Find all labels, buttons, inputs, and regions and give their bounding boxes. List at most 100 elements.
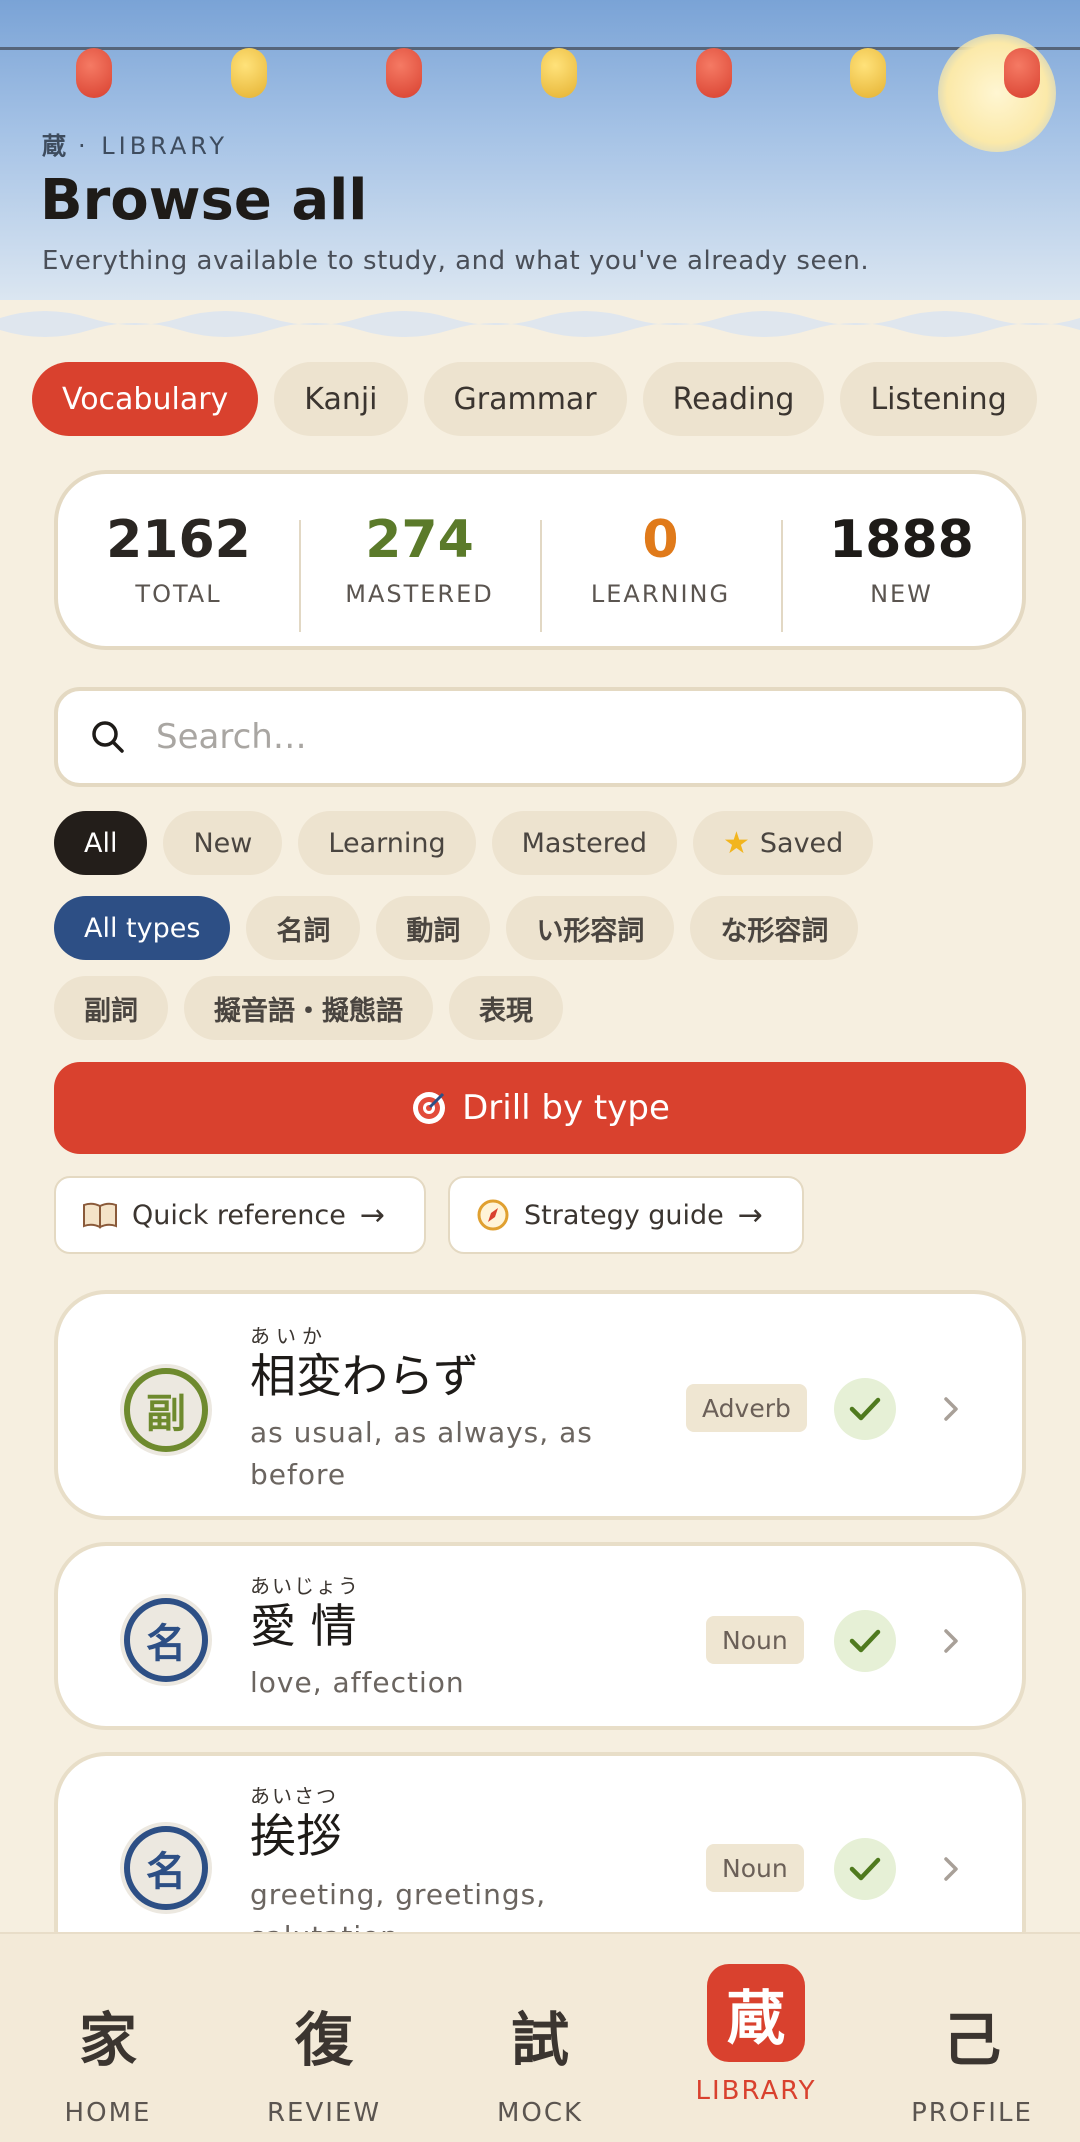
category-tabs: Vocabulary Kanji Grammar Reading Listeni…: [32, 362, 1037, 436]
eyebrow-label: · LIBRARY: [78, 132, 229, 160]
tab-reading[interactable]: Reading: [642, 362, 825, 436]
profile-icon: 己: [942, 2006, 1001, 2074]
filter-mastered[interactable]: Mastered: [491, 811, 677, 875]
page-subtitle: Everything available to study, and what …: [42, 246, 870, 276]
vocab-card[interactable]: 副 あいか 相変わらず as usual, as always, as befo…: [54, 1290, 1026, 1520]
lantern-decoration: [696, 48, 732, 98]
nav-label: MOCK: [496, 2098, 584, 2128]
lantern-string: [0, 47, 1080, 50]
word-meaning: as usual, as always, as before: [250, 1416, 593, 1491]
tab-grammar[interactable]: Grammar: [423, 362, 627, 436]
drill-button-label: Drill by type: [462, 1088, 670, 1128]
filter-all[interactable]: All: [54, 811, 148, 875]
type-filter-expression[interactable]: 表現: [449, 976, 563, 1040]
review-icon: 復: [294, 2006, 353, 2074]
noun-badge-icon: 名: [120, 1594, 212, 1686]
tab-vocabulary[interactable]: Vocabulary: [32, 362, 259, 436]
stat-value: 0: [642, 510, 679, 571]
part-of-speech-tag: Adverb: [686, 1384, 807, 1432]
word-text: 相変わらず: [250, 1349, 480, 1403]
chevron-right-icon: [938, 1396, 964, 1422]
eyebrow-kanji: 蔵: [42, 132, 66, 160]
type-filter-onomatopoeia[interactable]: 擬音語・擬態語: [184, 976, 433, 1040]
strategy-guide-label: Strategy guide: [524, 1199, 724, 1231]
strategy-guide-button[interactable]: Strategy guide →: [448, 1176, 804, 1254]
lantern-decoration: [541, 48, 577, 98]
compass-icon: [477, 1199, 509, 1231]
nav-profile[interactable]: 己 PROFILE: [864, 1934, 1080, 2142]
nav-home[interactable]: 家 HOME: [0, 1934, 216, 2142]
filter-saved[interactable]: ★ Saved: [692, 811, 874, 875]
nav-label: REVIEW: [266, 2098, 382, 2128]
type-filter-verb[interactable]: 動詞: [376, 896, 491, 960]
quick-reference-button[interactable]: Quick reference →: [54, 1176, 426, 1254]
type-filter-all[interactable]: All types: [54, 896, 231, 960]
stat-label: TOTAL: [135, 579, 222, 608]
stat-total: 2162 TOTAL: [58, 510, 299, 608]
header-banner: 蔵 · LIBRARY Browse all Everything availab…: [0, 0, 1080, 300]
lantern-decoration: [386, 48, 422, 98]
type-filter-noun[interactable]: 名詞: [246, 896, 361, 960]
lantern-decoration: [850, 48, 886, 98]
nav-label: PROFILE: [911, 2098, 1033, 2128]
vocab-card[interactable]: 名 あいじょう 愛 情 love, affection Noun: [54, 1542, 1026, 1730]
nav-library[interactable]: 蔵 LIBRARY: [648, 1934, 864, 2142]
search-input[interactable]: [154, 716, 954, 758]
type-filter-i-adjective[interactable]: い形容詞: [506, 896, 675, 960]
check-icon: [834, 1378, 896, 1440]
stat-value: 2162: [106, 510, 251, 571]
part-of-speech-tag: Noun: [706, 1844, 804, 1892]
noun-badge-icon: 名: [120, 1822, 212, 1914]
word-text: 愛 情: [250, 1599, 357, 1653]
filter-learning[interactable]: Learning: [298, 811, 476, 875]
tab-kanji[interactable]: Kanji: [274, 362, 408, 436]
chevron-right-icon: [938, 1856, 964, 1882]
tab-listening[interactable]: Listening: [840, 362, 1037, 436]
lantern-decoration: [231, 48, 267, 98]
nav-label: HOME: [64, 2098, 152, 2128]
arrow-right-icon: →: [359, 1197, 385, 1233]
stat-new: 1888 NEW: [781, 510, 1022, 633]
lantern-decoration: [76, 48, 112, 98]
lantern-decoration: [1004, 48, 1040, 98]
stat-learning: 0 LEARNING: [540, 510, 781, 633]
badge-glyph: 名: [124, 1598, 208, 1682]
stat-value: 274: [365, 510, 474, 571]
target-icon: [413, 1092, 446, 1124]
badge-glyph: 副: [124, 1368, 208, 1452]
word-text: 挨拶: [250, 1809, 342, 1863]
section-eyebrow: 蔵 · LIBRARY: [42, 126, 228, 161]
check-icon: [834, 1838, 896, 1900]
moon-decoration: [938, 34, 1056, 152]
check-icon: [834, 1610, 896, 1672]
drill-by-type-button[interactable]: Drill by type: [54, 1062, 1026, 1154]
type-filter-adverb[interactable]: 副詞: [54, 976, 168, 1040]
nav-label: LIBRARY: [695, 2076, 817, 2106]
mock-icon: 試: [510, 2006, 569, 2074]
badge-glyph: 名: [124, 1826, 208, 1910]
type-filter-row-2: 副詞 擬音語・擬態語 表現: [54, 976, 563, 1040]
page-title: Browse all: [40, 168, 368, 233]
quick-reference-label: Quick reference: [132, 1199, 346, 1231]
stat-label: LEARNING: [590, 579, 731, 608]
arrow-right-icon: →: [737, 1197, 763, 1233]
home-icon: 家: [78, 2006, 137, 2074]
bottom-navigation: 家 HOME 復 REVIEW 試 MOCK 蔵 LIBRARY 己 PROFI…: [0, 1932, 1080, 2142]
chevron-right-icon: [938, 1628, 964, 1654]
type-filter-na-adjective[interactable]: な形容詞: [690, 896, 859, 960]
filter-saved-label: Saved: [759, 827, 844, 859]
stat-value: 1888: [829, 510, 974, 571]
stats-card: 2162 TOTAL 274 MASTERED 0 LEARNING 1888 …: [54, 470, 1026, 650]
star-icon: ★: [722, 825, 750, 861]
book-icon: [83, 1202, 117, 1229]
nav-mock[interactable]: 試 MOCK: [432, 1934, 648, 2142]
search-bar[interactable]: [54, 687, 1026, 787]
search-icon: [92, 721, 124, 753]
library-icon: 蔵: [707, 1964, 805, 2062]
status-filter-row: All New Learning Mastered ★ Saved: [54, 811, 874, 875]
filter-new[interactable]: New: [163, 811, 283, 875]
type-filter-row: All types 名詞 動詞 い形容詞 な形容詞: [54, 896, 859, 960]
wave-divider: [0, 300, 1080, 344]
nav-review[interactable]: 復 REVIEW: [216, 1934, 432, 2142]
stat-label: MASTERED: [345, 579, 494, 608]
